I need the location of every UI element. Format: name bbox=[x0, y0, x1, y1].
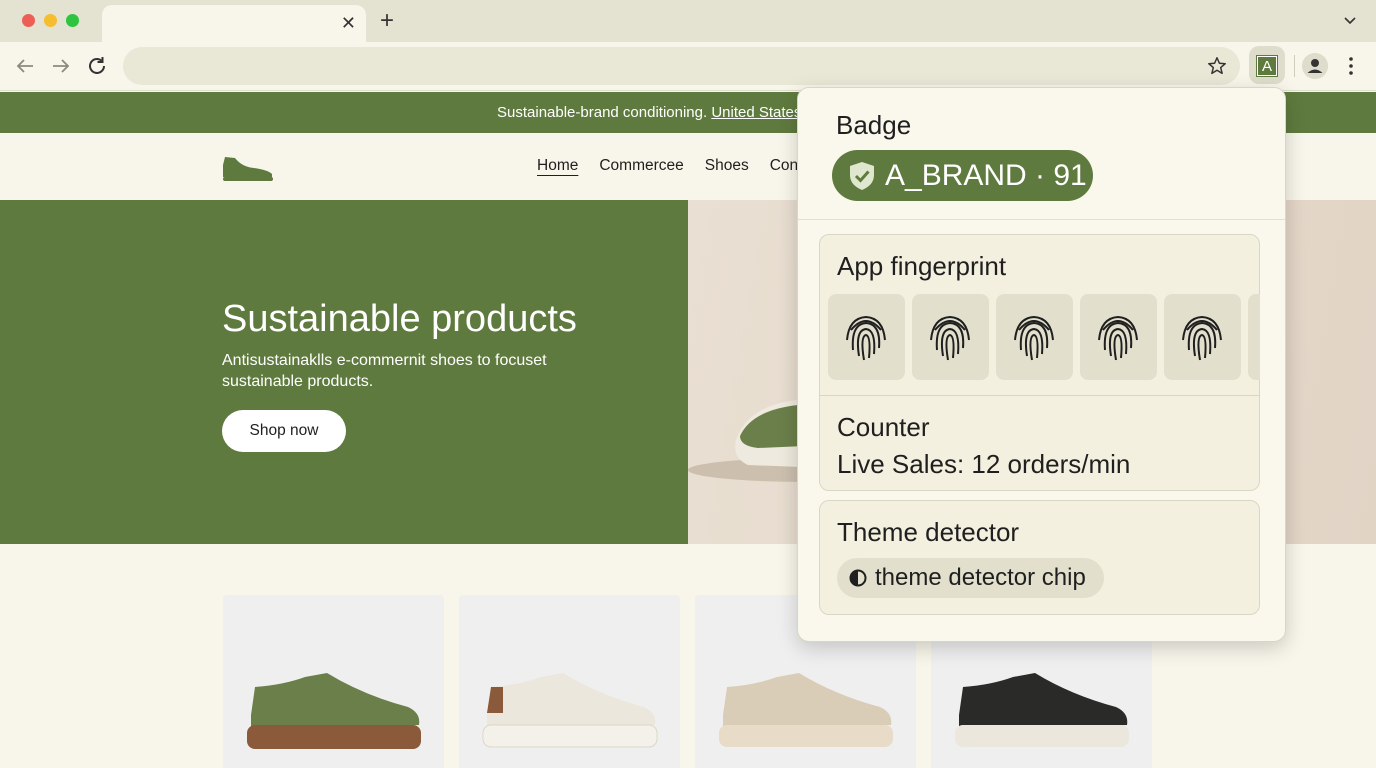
extension-button[interactable]: A bbox=[1249, 46, 1285, 84]
nav-shoes[interactable]: Shoes bbox=[705, 157, 749, 175]
back-arrow-icon[interactable] bbox=[13, 54, 37, 78]
fingerprint-tile[interactable] bbox=[1248, 294, 1260, 380]
fingerprint-counter-panel: App fingerprint Counter Live Sales: 12 o… bbox=[819, 234, 1260, 491]
reload-icon[interactable] bbox=[85, 54, 109, 78]
fingerprint-icon bbox=[1098, 315, 1138, 361]
hero-subtitle: Antisustainaklls e-commernit shoes to fo… bbox=[222, 352, 547, 390]
fingerprint-tile[interactable] bbox=[1164, 294, 1241, 380]
browser-toolbar: A bbox=[0, 42, 1376, 91]
badge-title: Badge bbox=[836, 110, 912, 140]
fingerprint-row[interactable] bbox=[828, 294, 1260, 380]
forward-arrow-icon[interactable] bbox=[49, 54, 73, 78]
live-sales-counter: Live Sales: 12 orders/min bbox=[837, 449, 1131, 479]
green-sneaker-image bbox=[247, 673, 421, 749]
tab-strip: ✕ + bbox=[0, 0, 1376, 42]
address-bar[interactable] bbox=[123, 47, 1240, 85]
fingerprint-tile[interactable] bbox=[828, 294, 905, 380]
fingerprint-tile[interactable] bbox=[912, 294, 989, 380]
active-tab[interactable]: ✕ bbox=[102, 5, 366, 42]
fingerprint-icon bbox=[1182, 315, 1222, 361]
badge-label: A_BRAND · 91 bbox=[885, 159, 1087, 192]
toolbar-divider bbox=[1294, 55, 1295, 77]
hero-title: Sustainable products bbox=[222, 298, 577, 340]
announcement-text: Sustainable-brand conditioning. bbox=[497, 104, 712, 121]
product-card[interactable] bbox=[459, 595, 680, 768]
theme-detector-title: Theme detector bbox=[837, 517, 1020, 547]
new-tab-button[interactable]: + bbox=[380, 9, 394, 33]
fingerprint-tile[interactable] bbox=[1080, 294, 1157, 380]
cream-sneaker-image bbox=[482, 673, 658, 748]
fingerprint-tile[interactable] bbox=[996, 294, 1073, 380]
theme-chip-label: theme detector chip bbox=[875, 564, 1086, 591]
close-window-button[interactable] bbox=[22, 14, 35, 27]
kebab-menu-icon[interactable] bbox=[1342, 55, 1360, 77]
chevron-down-icon[interactable] bbox=[1342, 12, 1358, 28]
extension-a-icon: A bbox=[1256, 55, 1278, 77]
fingerprint-title: App fingerprint bbox=[837, 251, 1007, 281]
badge-section: Badge A_BRAND · 91 bbox=[798, 88, 1285, 220]
product-card[interactable] bbox=[223, 595, 444, 768]
main-nav: Home Commercee Shoes Con bbox=[537, 157, 798, 175]
counter-title: Counter bbox=[837, 412, 930, 442]
close-tab-icon[interactable]: ✕ bbox=[341, 13, 356, 33]
hero-section: Sustainable products Antisustainaklls e-… bbox=[0, 200, 688, 544]
minimize-window-button[interactable] bbox=[44, 14, 57, 27]
shoe-logo-icon[interactable] bbox=[220, 149, 276, 183]
extension-popup: Badge A_BRAND · 91 App fingerprint Count… bbox=[797, 87, 1286, 642]
brand-badge[interactable]: A_BRAND · 91 bbox=[832, 150, 1093, 201]
nav-commerce[interactable]: Commercee bbox=[599, 157, 683, 175]
fingerprint-icon bbox=[846, 315, 886, 361]
shop-now-button[interactable]: Shop now bbox=[222, 410, 346, 452]
star-icon[interactable] bbox=[1206, 55, 1228, 77]
theme-detector-panel: Theme detector theme detector chip bbox=[819, 500, 1260, 615]
announcement-link[interactable]: United States bbox=[711, 104, 801, 121]
nav-contact[interactable]: Con bbox=[770, 157, 798, 175]
contrast-icon bbox=[849, 569, 867, 587]
shield-check-icon bbox=[850, 162, 874, 190]
fingerprint-icon bbox=[1014, 315, 1054, 361]
panel-divider bbox=[820, 395, 1259, 396]
theme-detector-chip[interactable]: theme detector chip bbox=[837, 558, 1104, 598]
maximize-window-button[interactable] bbox=[66, 14, 79, 27]
profile-icon[interactable] bbox=[1302, 53, 1328, 79]
fingerprint-icon bbox=[930, 315, 970, 361]
nav-home[interactable]: Home bbox=[537, 157, 578, 175]
